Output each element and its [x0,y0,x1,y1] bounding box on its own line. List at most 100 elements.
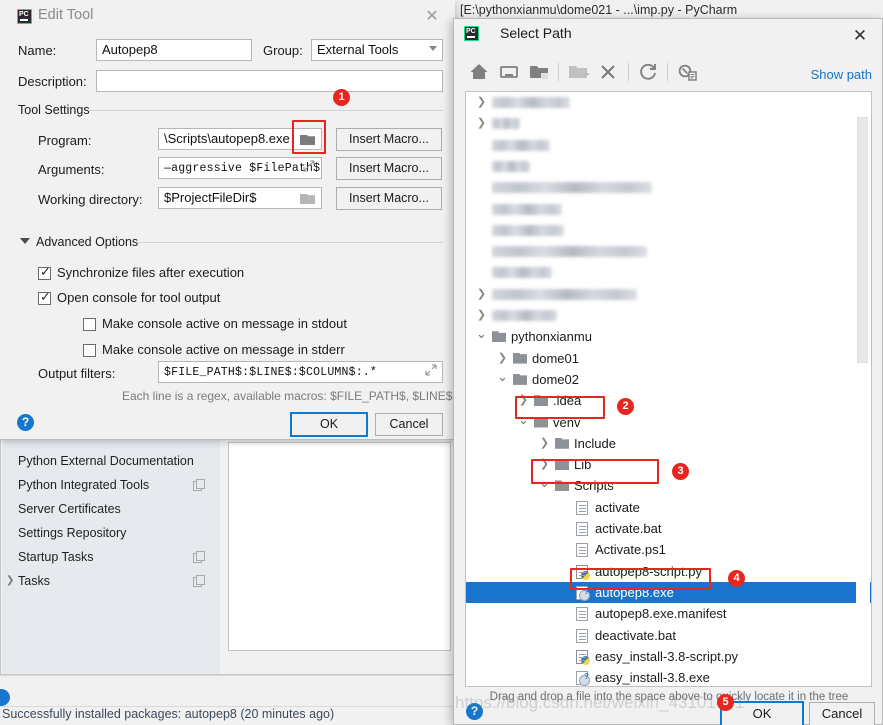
tree-item-autopep8-script.py[interactable]: autopep8-script.py [466,561,871,582]
tree-row[interactable] [466,241,871,262]
name-input[interactable]: Autopep8 [96,39,252,61]
chevron-right-icon[interactable]: ❯ [539,454,550,475]
arguments-input[interactable]: —aggressive $FilePath$ [158,157,322,179]
chevron-right-icon[interactable]: ❯ [539,433,550,454]
tree-row[interactable]: ❯ [466,284,871,305]
tree-item-activate.bat[interactable]: activate.bat [466,518,871,539]
tree-item-include[interactable]: ❯ Include [466,433,871,454]
tree-item-pythonxianmu[interactable]: ⌄ pythonxianmu [466,326,871,347]
edit-tool-ok-button[interactable]: OK [290,412,368,437]
checkbox-3[interactable] [83,344,96,357]
tree-row[interactable]: ❯ [466,92,871,113]
sidebar-item-tasks[interactable]: ❯ Tasks [2,569,220,593]
tree-item-label: Lib [574,457,592,473]
copy-icon[interactable] [193,575,205,587]
pycharm-logo-icon: PC [17,9,32,24]
group-select[interactable]: External Tools [311,39,443,61]
tree-scrollbar[interactable] [856,93,870,686]
sidebar-item-label: Python Integrated Tools [18,478,150,492]
delete-icon[interactable] [596,60,620,84]
tree-item-autopep8.exe[interactable]: autopep8.exe [466,581,871,603]
working-directory-folder-icon[interactable] [300,192,315,204]
file-icon [576,522,588,536]
desktop-icon[interactable] [497,60,521,84]
copy-icon[interactable] [193,479,205,491]
output-filters-expand-icon[interactable] [425,364,437,376]
copy-icon[interactable] [193,551,205,563]
tree-row[interactable] [466,135,871,156]
checkbox-2[interactable] [83,318,96,331]
tree-row[interactable] [466,199,871,220]
chevron-right-icon[interactable]: ❯ [6,569,16,593]
chevron-right-icon[interactable]: ❯ [497,348,508,369]
tree-item-easy-install-3.8-script.py[interactable]: easy_install-3.8-script.py [466,646,871,667]
sidebar-item-python-integrated-tools[interactable]: Python Integrated Tools [2,473,220,497]
refresh-icon[interactable] [636,60,660,84]
tree-row[interactable]: ❯ [466,305,871,326]
path-tree[interactable]: ❯ ❯ ❯ ❯ ⌄ pythonxianmu ❯ dome01 ⌄ dome02 ❯ .idea ⌄ ve… [465,91,872,687]
home-icon[interactable] [467,60,491,84]
sidebar-item-python-external-documentation[interactable]: Python External Documentation [2,449,220,473]
tree-item-label: autopep8-script.py [595,563,702,579]
chevron-right-icon[interactable]: ❯ [476,92,487,113]
sidebar-item-label: Startup Tasks [18,550,94,564]
tree-item-activate.ps1[interactable]: Activate.ps1 [466,539,871,560]
tree-item-label: autopep8.exe.manifest [595,606,727,622]
chevron-down-icon[interactable]: ⌄ [539,475,550,496]
chevron-down-icon[interactable]: ⌄ [497,369,508,390]
help-icon[interactable]: ? [17,414,34,431]
tree-row[interactable] [466,156,871,177]
show-path-link[interactable]: Show path [811,67,872,82]
description-input[interactable] [96,70,443,92]
tree-item-autopep8.exe.manifest[interactable]: autopep8.exe.manifest [466,603,871,624]
tree-row[interactable] [466,262,871,283]
collapse-triangle-icon[interactable] [20,238,30,244]
program-label: Program: [38,133,92,148]
folder-up-icon[interactable] [527,60,551,84]
output-filters-input[interactable]: $FILE_PATH$:$LINE$:$COLUMN$:.* [158,361,443,383]
chevron-right-icon[interactable]: ❯ [476,113,487,134]
executable-file-icon [576,581,590,602]
working-directory-insert-macro-button[interactable]: Insert Macro... [336,187,442,210]
checkbox-1[interactable] [38,289,51,305]
program-insert-macro-button[interactable]: Insert Macro... [336,128,442,151]
tree-item-venv[interactable]: ⌄ venv [466,412,871,433]
edit-tool-cancel-button[interactable]: Cancel [375,413,443,436]
sidebar-item-server-certificates[interactable]: Server Certificates [2,497,220,521]
show-hidden-icon[interactable] [675,60,699,84]
tree-item-.idea[interactable]: ❯ .idea [466,390,871,411]
program-input[interactable]: \Scripts\autopep8.exe [158,128,322,150]
tree-item-label: pythonxianmu [511,329,592,345]
tree-item-dome02[interactable]: ⌄ dome02 [466,369,871,390]
tree-row[interactable] [466,220,871,241]
redacted-label [492,118,520,130]
tree-row[interactable] [466,177,871,198]
tree-item-lib[interactable]: ❯ Lib [466,454,871,475]
chevron-down-icon[interactable]: ⌄ [518,412,529,433]
chevron-right-icon[interactable]: ❯ [518,390,529,411]
tree-item-scripts[interactable]: ⌄ Scripts [466,475,871,496]
sidebar-item-startup-tasks[interactable]: Startup Tasks [2,545,220,569]
toolbar-separator-2 [628,63,629,81]
sidebar-item-settings-repository[interactable]: Settings Repository [2,521,220,545]
select-path-close-icon[interactable]: ✕ [850,26,870,46]
expand-arrow-icon[interactable] [303,160,315,172]
working-directory-input[interactable]: $ProjectFileDir$ [158,187,322,209]
settings-sidebar-list[interactable]: Python External Documentation Python Inte… [2,449,220,593]
tree-item-deactivate.bat[interactable]: deactivate.bat [466,625,871,646]
tree-item-dome01[interactable]: ❯ dome01 [466,348,871,369]
tree-item-easy-install-3.8.exe[interactable]: easy_install-3.8.exe [466,666,871,686]
chevron-right-icon[interactable]: ❯ [476,284,487,305]
chevron-right-icon[interactable]: ❯ [476,305,487,326]
close-icon[interactable]: ✕ [423,8,441,26]
chevron-down-icon[interactable]: ⌄ [476,326,487,347]
tree-item-activate[interactable]: activate [466,497,871,518]
checkbox-0[interactable] [38,264,51,280]
file-icon [576,607,588,622]
select-path-cancel-button[interactable]: Cancel [809,702,875,725]
arguments-insert-macro-button[interactable]: Insert Macro... [336,157,442,180]
tree-scrollbar-thumb[interactable] [857,117,868,363]
browse-folder-icon[interactable] [300,133,315,145]
tree-item-label: easy_install-3.8.exe [595,670,710,686]
tree-row[interactable]: ❯ [466,113,871,134]
